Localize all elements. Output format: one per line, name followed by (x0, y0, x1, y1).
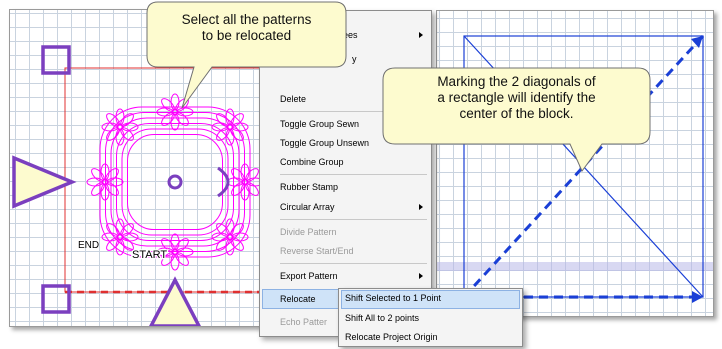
menu-item-rubber-stamp[interactable]: Rubber Stamp (280, 182, 338, 192)
submenu-item-relocate-origin[interactable]: Relocate Project Origin (345, 332, 438, 342)
flower-petal (231, 232, 249, 242)
flower-petal (115, 238, 125, 256)
quilt-pattern (86, 93, 264, 271)
menu-item-partial-2[interactable]: y (352, 54, 357, 64)
end-label: END (78, 240, 99, 251)
diagonal-arrowhead-icon (691, 36, 703, 48)
flower-petal (231, 168, 245, 182)
start-label: START (132, 249, 167, 261)
echo-loop (110, 117, 240, 247)
menu-item-divide-pattern[interactable]: Divide Pattern (280, 227, 337, 237)
flower-petal (170, 93, 180, 111)
menu-item-toggle-unsewn[interactable]: Toggle Group Unsewn (280, 138, 369, 148)
flower-petal (115, 108, 125, 126)
submenu-arrow-icon (419, 32, 423, 38)
menu-item-combine-group[interactable]: Combine Group (280, 157, 344, 167)
flower-petal (175, 238, 189, 252)
flower-petal (225, 238, 235, 256)
menu-item-toggle-sewn[interactable]: Toggle Group Sewn (280, 119, 359, 129)
flower-petal (91, 168, 105, 182)
bottom-triangle-handle (149, 276, 201, 326)
flower-petal (170, 113, 180, 131)
diagonals-callout-text: Marking the 2 diagonals of a rectangle w… (437, 74, 596, 121)
menu-item-echo-pattern[interactable]: Echo Patter (280, 317, 327, 327)
flower-petal (105, 168, 119, 182)
block-drawing (437, 34, 713, 303)
submenu-item-shift-all[interactable]: Shift All to 2 points (345, 313, 419, 323)
flower-petal (86, 177, 104, 187)
block-canvas[interactable] (436, 10, 714, 317)
left-triangle-handle (12, 155, 77, 209)
menu-item-reverse-start-end[interactable]: Reverse Start/End (280, 246, 354, 256)
flower-petal (225, 108, 235, 126)
center-circle (167, 174, 183, 190)
menu-separator (280, 263, 427, 264)
flower-petal (101, 122, 119, 132)
submenu-arrow-icon (419, 204, 423, 210)
flower-petal (161, 98, 175, 112)
flower-petal (161, 112, 175, 126)
flower-petal (175, 112, 189, 126)
menu-separator (280, 174, 427, 175)
flower-petal (231, 122, 249, 132)
echo-loop (121, 128, 229, 236)
select-callout-text: Select all the patterns to be relocated (181, 12, 312, 43)
flower-petal (245, 168, 259, 182)
flower-petal (175, 252, 189, 266)
flower-petal (170, 253, 180, 271)
menu-item-circular-array[interactable]: Circular Array (280, 202, 335, 212)
flower-petal (106, 177, 124, 187)
submenu-item-shift-selected[interactable]: Shift Selected to 1 Point (345, 293, 441, 303)
menu-item-export-pattern[interactable]: Export Pattern (280, 271, 338, 281)
flower-petal (231, 182, 245, 196)
baseline-arrowhead-icon (692, 291, 703, 303)
flower-petal (175, 98, 189, 112)
flower-petal (170, 233, 180, 251)
submenu-arrow-icon (419, 273, 423, 279)
flower-petal (101, 232, 119, 242)
flower-petal (245, 182, 259, 196)
echo-loop (127, 134, 223, 230)
menu-separator (280, 219, 427, 220)
relocate-submenu: Shift Selected to 1 Point Shift All to 2… (338, 288, 523, 347)
flower-petal (91, 182, 105, 196)
menu-item-delete[interactable]: Delete (280, 94, 306, 104)
flower-petal (105, 182, 119, 196)
menu-item-relocate[interactable]: Relocate (280, 294, 316, 304)
echo-loop (116, 123, 234, 241)
